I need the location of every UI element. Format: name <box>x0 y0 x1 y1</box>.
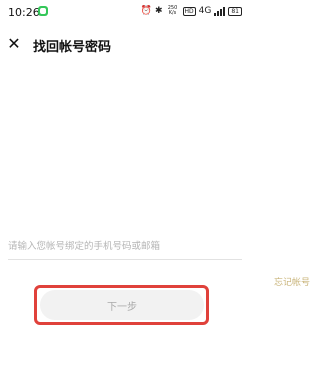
network-speed-unit: K/s <box>168 10 177 16</box>
alarm-icon: ⏰ <box>140 6 152 16</box>
page-title: 找回帐号密码 <box>33 40 112 55</box>
network-type: 4G <box>198 6 212 16</box>
bluetooth-icon: ✱ <box>154 6 163 16</box>
phone-email-field <box>8 235 242 260</box>
close-icon[interactable]: ✕ <box>6 36 22 52</box>
status-time: 10:26 <box>8 6 40 19</box>
next-button[interactable]: 下一步 <box>40 290 204 320</box>
header: ✕ 找回帐号密码 <box>0 30 250 60</box>
battery-icon: 81 <box>228 6 242 16</box>
phone-email-input[interactable] <box>8 235 242 257</box>
chat-app-icon <box>38 6 48 16</box>
forgot-account-link[interactable]: 忘记帐号 <box>274 275 310 288</box>
network-speed: 250 K/s <box>166 6 180 16</box>
signal-icon <box>214 6 226 16</box>
status-icons: ⏰ ✱ 250 K/s HD 4G 81 <box>141 6 242 16</box>
status-bar: 10:26 ⏰ ✱ 250 K/s HD 4G 81 <box>0 0 250 24</box>
hd-badge: HD <box>182 6 196 16</box>
